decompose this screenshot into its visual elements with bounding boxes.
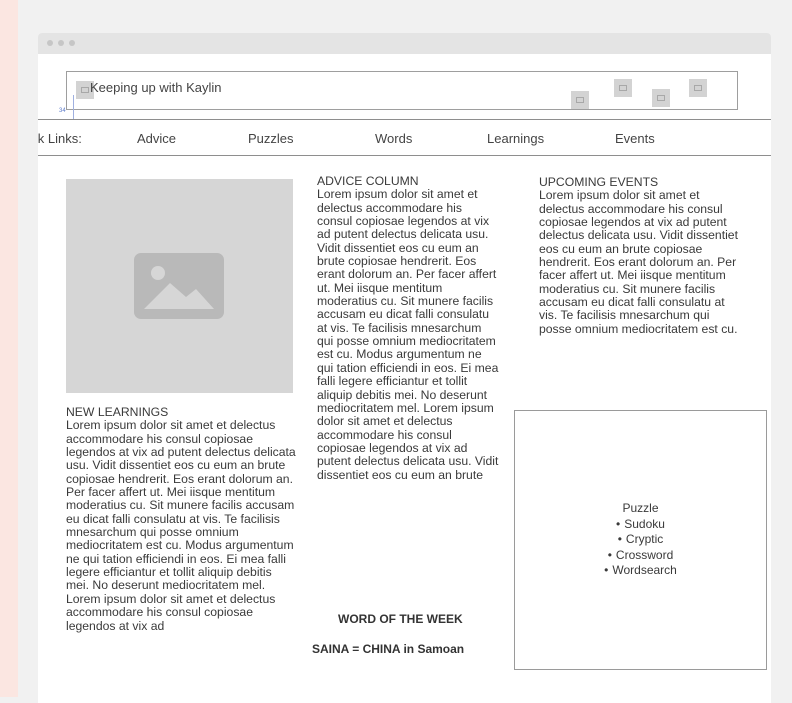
left-edge-stripe: [0, 0, 18, 697]
puzzle-title: Puzzle: [622, 501, 659, 515]
window-titlebar: [38, 33, 771, 54]
browser-window: Keeping up with Kaylin 34 Quick Links: A…: [38, 33, 771, 703]
puzzle-item-cryptic[interactable]: Cryptic: [515, 532, 766, 548]
puzzle-item-crossword[interactable]: Crossword: [515, 548, 766, 564]
word-of-the-week-body: SAINA = CHINA in Samoan: [312, 642, 465, 656]
header-image-icon: [614, 79, 632, 97]
upcoming-events-section: UPCOMING EVENTS Lorem ipsum dolor sit am…: [539, 175, 743, 336]
upcoming-events-body: Lorem ipsum dolor sit amet et delectus a…: [539, 188, 738, 336]
guide-marker: 34: [59, 108, 66, 114]
upcoming-events-title: UPCOMING EVENTS: [539, 175, 659, 189]
nav-link-advice[interactable]: Advice: [137, 131, 176, 146]
nav-link-puzzles[interactable]: Puzzles: [248, 131, 294, 146]
window-dot-icon[interactable]: [58, 40, 64, 46]
header-image-icon: [689, 79, 707, 97]
nav-link-words[interactable]: Words: [375, 131, 412, 146]
word-of-the-week-title: WORD OF THE WEEK: [338, 612, 463, 626]
site-title: Keeping up with Kaylin: [90, 80, 222, 95]
image-placeholder: [66, 179, 293, 393]
nav-link-events[interactable]: Events: [615, 131, 655, 146]
window-dot-icon[interactable]: [69, 40, 75, 46]
new-learnings-section: NEW LEARNINGS Lorem ipsum dolor sit amet…: [66, 405, 296, 633]
advice-column-title: ADVICE COLUMN: [317, 174, 419, 188]
nav-link-learnings[interactable]: Learnings: [487, 131, 544, 146]
quick-links-label: Quick Links:: [38, 131, 82, 146]
puzzle-content: Puzzle Sudoku Cryptic Crossword Wordsear…: [515, 501, 766, 579]
header-image-icon: [571, 91, 589, 109]
window-dot-icon[interactable]: [47, 40, 53, 46]
image-icon: [134, 253, 224, 319]
header-image-icon: [652, 89, 670, 107]
puzzle-box: Puzzle Sudoku Cryptic Crossword Wordsear…: [514, 410, 767, 670]
advice-column-body: Lorem ipsum dolor sit amet et delectus a…: [317, 187, 499, 482]
new-learnings-body: Lorem ipsum dolor sit amet et delectus a…: [66, 418, 296, 633]
new-learnings-title: NEW LEARNINGS: [66, 405, 169, 419]
puzzle-item-wordsearch[interactable]: Wordsearch: [515, 563, 766, 579]
puzzle-item-sudoku[interactable]: Sudoku: [515, 517, 766, 533]
quick-links-nav: Quick Links: Advice Puzzles Words Learni…: [38, 119, 771, 156]
advice-column-section: ADVICE COLUMN Lorem ipsum dolor sit amet…: [317, 174, 499, 482]
guide-line: [73, 95, 74, 119]
puzzle-list: Sudoku Cryptic Crossword Wordsearch: [515, 517, 766, 579]
